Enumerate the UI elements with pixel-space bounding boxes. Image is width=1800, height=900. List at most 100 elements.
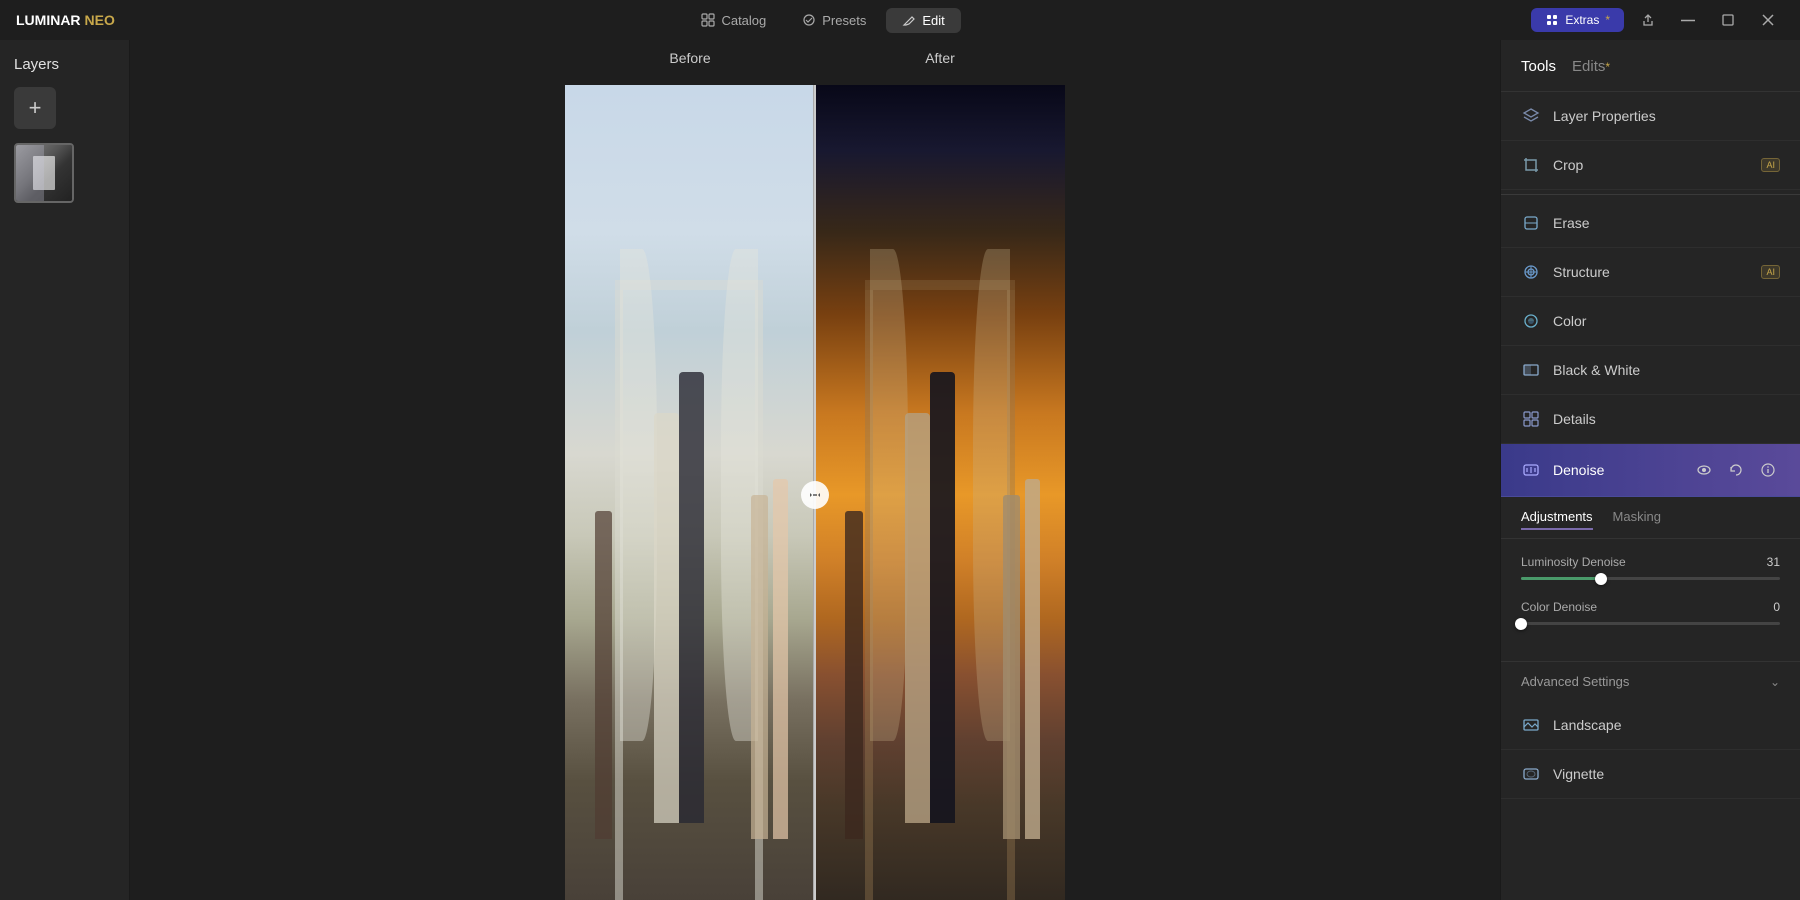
tool-black-white[interactable]: Black & White xyxy=(1501,346,1800,395)
tools-edits-header: Tools Edits* xyxy=(1501,40,1800,92)
edit-label: Edit xyxy=(922,13,944,28)
bride-figure-after xyxy=(905,413,930,823)
tool-color[interactable]: Color xyxy=(1501,297,1800,346)
nav-catalog[interactable]: Catalog xyxy=(685,8,782,33)
nav-edit[interactable]: Edit xyxy=(886,8,960,33)
guest1-figure xyxy=(595,511,612,839)
color-denoise-track[interactable] xyxy=(1521,622,1780,625)
vignette-label: Vignette xyxy=(1553,766,1780,782)
tool-landscape[interactable]: Landscape xyxy=(1501,701,1800,750)
landscape-icon xyxy=(1521,715,1541,735)
titlebar-right: Extras * xyxy=(1531,4,1784,36)
denoise-undo-button[interactable] xyxy=(1724,458,1748,482)
crop-ai-badge: AI xyxy=(1761,158,1780,172)
extras-button[interactable]: Extras * xyxy=(1531,8,1624,32)
tool-structure[interactable]: Structure AI xyxy=(1501,248,1800,297)
drape-left-after xyxy=(870,249,908,741)
groom-figure-after xyxy=(930,372,955,823)
color-icon xyxy=(1521,311,1541,331)
luminosity-denoise-thumb[interactable] xyxy=(1595,573,1607,585)
tool-layer-properties[interactable]: Layer Properties xyxy=(1501,92,1800,141)
layer-thumbnail-1[interactable] xyxy=(14,143,74,203)
layers-header: Layers xyxy=(0,40,129,83)
tool-vignette[interactable]: Vignette xyxy=(1501,750,1800,799)
tool-erase[interactable]: Erase xyxy=(1501,199,1800,248)
logo-neo: NEO xyxy=(85,12,115,28)
app-logo: LUMINAR NEO xyxy=(16,12,115,28)
maximize-button[interactable] xyxy=(1712,4,1744,36)
minimize-button[interactable] xyxy=(1672,4,1704,36)
chevron-down-icon: ⌄ xyxy=(1770,675,1780,689)
luminosity-denoise-label: Luminosity Denoise xyxy=(1521,555,1626,569)
layers-icon xyxy=(1521,106,1541,126)
color-denoise-value: 0 xyxy=(1756,600,1780,614)
masking-tab[interactable]: Masking xyxy=(1613,509,1661,530)
main-layout: Layers + Before After xyxy=(0,40,1800,900)
edits-tab[interactable]: Edits* xyxy=(1572,56,1610,77)
nav-tabs: Catalog Presets Edit xyxy=(685,8,960,33)
crop-label: Crop xyxy=(1553,157,1747,173)
landscape-label: Landscape xyxy=(1553,717,1780,733)
adjustment-tabs: Adjustments Masking xyxy=(1501,497,1800,539)
canvas-area: Before After xyxy=(130,40,1500,900)
divider-handle[interactable] xyxy=(801,481,829,509)
layers-panel: Layers + xyxy=(0,40,130,900)
after-image xyxy=(815,85,1065,900)
after-label: After xyxy=(815,50,1065,66)
advanced-settings-row[interactable]: Advanced Settings ⌄ xyxy=(1501,661,1800,701)
bw-icon xyxy=(1521,360,1541,380)
tools-tab[interactable]: Tools xyxy=(1521,56,1556,77)
tool-details[interactable]: Details xyxy=(1501,395,1800,444)
guest2-figure-after xyxy=(1003,495,1021,839)
luminosity-denoise-track[interactable] xyxy=(1521,577,1780,580)
before-image xyxy=(565,85,813,900)
before-label: Before xyxy=(565,50,815,66)
extras-label: Extras xyxy=(1565,13,1599,27)
crop-icon xyxy=(1521,155,1541,175)
luminosity-denoise-row: Luminosity Denoise 31 xyxy=(1521,555,1780,580)
structure-label: Structure xyxy=(1553,264,1747,280)
color-denoise-label: Color Denoise xyxy=(1521,600,1597,614)
photo-before xyxy=(565,85,815,900)
add-layer-button[interactable]: + xyxy=(14,87,56,129)
tools-panel: Tools Edits* Layer Properties xyxy=(1500,40,1800,900)
denoise-visibility-button[interactable] xyxy=(1692,458,1716,482)
tool-crop[interactable]: Crop AI xyxy=(1501,141,1800,190)
edits-badge: * xyxy=(1605,60,1610,74)
presets-label: Presets xyxy=(822,13,866,28)
guest2-figure xyxy=(751,495,768,839)
denoise-label: Denoise xyxy=(1553,462,1680,478)
tool-denoise[interactable]: Denoise xyxy=(1501,444,1800,497)
bride-figure xyxy=(654,413,679,823)
photo-divider[interactable] xyxy=(814,85,816,900)
share-button[interactable] xyxy=(1632,4,1664,36)
close-button[interactable] xyxy=(1752,4,1784,36)
luminosity-denoise-value: 31 xyxy=(1756,555,1780,569)
layer-properties-label: Layer Properties xyxy=(1553,108,1780,124)
bw-label: Black & White xyxy=(1553,362,1780,378)
advanced-settings-label: Advanced Settings xyxy=(1521,674,1629,689)
guest3-figure-after xyxy=(1025,479,1040,840)
logo-luminar: LUMINAR xyxy=(16,12,81,28)
nav-presets[interactable]: Presets xyxy=(786,8,882,33)
titlebar: LUMINAR NEO Catalog Presets Edit xyxy=(0,0,1800,40)
luminosity-denoise-header: Luminosity Denoise 31 xyxy=(1521,555,1780,569)
before-after-labels: Before After xyxy=(565,50,1065,66)
vignette-icon xyxy=(1521,764,1541,784)
structure-ai-badge: AI xyxy=(1761,265,1780,279)
extras-dot: * xyxy=(1605,13,1610,27)
layer-thumb-image xyxy=(16,145,72,201)
catalog-label: Catalog xyxy=(721,13,766,28)
erase-icon xyxy=(1521,213,1541,233)
color-denoise-thumb[interactable] xyxy=(1515,618,1527,630)
guest3-figure xyxy=(773,479,788,840)
groom-figure xyxy=(679,372,704,823)
denoise-info-button[interactable] xyxy=(1756,458,1780,482)
structure-icon xyxy=(1521,262,1541,282)
adjustments-tab[interactable]: Adjustments xyxy=(1521,509,1593,530)
details-icon xyxy=(1521,409,1541,429)
color-label: Color xyxy=(1553,313,1780,329)
tools-divider-1 xyxy=(1501,194,1800,195)
color-denoise-row: Color Denoise 0 xyxy=(1521,600,1780,625)
drape-left xyxy=(620,249,657,741)
